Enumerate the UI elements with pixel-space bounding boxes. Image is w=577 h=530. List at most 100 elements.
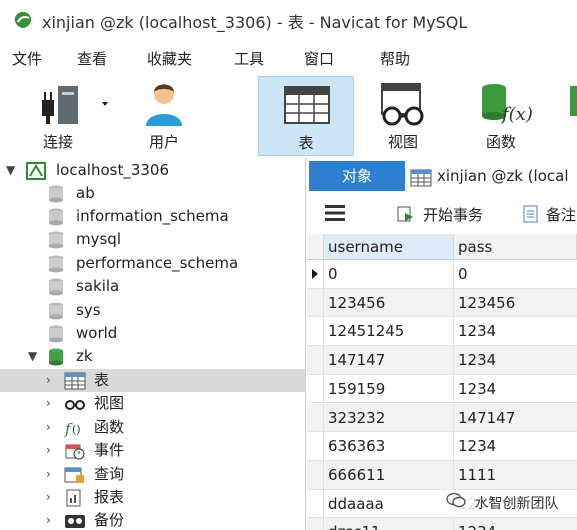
table-row[interactable]: 123456 123456 bbox=[307, 288, 577, 318]
database-label: sys bbox=[76, 301, 101, 319]
connect-button[interactable]: 连接 bbox=[8, 76, 108, 156]
cell-username[interactable]: 636363 bbox=[324, 432, 454, 460]
transaction-icon bbox=[395, 205, 415, 227]
view-label: 视图 bbox=[387, 133, 418, 151]
cell-pass[interactable]: 147147 bbox=[454, 404, 577, 432]
chevron-right-icon[interactable]: › bbox=[46, 416, 51, 439]
editor-tabs: 对象 xinjian @zk (local bbox=[307, 158, 577, 194]
menu-bar: 文件 查看 收藏夹 工具 窗口 帮助 bbox=[0, 40, 577, 74]
menu-favorites[interactable]: 收藏夹 bbox=[147, 48, 192, 69]
tab-objects[interactable]: 对象 bbox=[309, 161, 405, 191]
window-title: xinjian @zk (localhost_3306) - 表 - Navic… bbox=[42, 13, 468, 32]
tree-item-functions[interactable]: › f() 函数 bbox=[0, 416, 305, 439]
tree-item-backups[interactable]: › 备份 bbox=[0, 509, 305, 530]
cell-username[interactable]: dzsc11 bbox=[324, 518, 454, 530]
tree-item-label: 备份 bbox=[94, 511, 125, 529]
table-row[interactable]: dzsc11 1234 bbox=[307, 518, 577, 530]
tree-item-events[interactable]: › 事件 bbox=[0, 439, 305, 462]
cell-pass[interactable]: 1234 bbox=[454, 346, 577, 374]
current-row-arrow-icon bbox=[307, 260, 324, 288]
table-row[interactable]: 0 0 bbox=[307, 260, 577, 289]
tree-db-information-schema[interactable]: information_schema bbox=[0, 205, 305, 228]
cell-pass[interactable]: 1234 bbox=[454, 317, 577, 345]
menu-window[interactable]: 窗口 bbox=[304, 48, 334, 69]
chevron-right-icon[interactable]: › bbox=[46, 486, 51, 509]
cell-username[interactable]: 147147 bbox=[324, 346, 454, 374]
cell-pass[interactable]: 123456 bbox=[454, 289, 577, 317]
hamburger-menu-icon[interactable] bbox=[325, 204, 345, 226]
tree-db-mysql[interactable]: mysql bbox=[0, 228, 305, 251]
plug-icon bbox=[8, 80, 108, 128]
tree-item-reports[interactable]: › 报表 bbox=[0, 486, 305, 509]
connect-label: 连接 bbox=[42, 133, 73, 151]
cell-username[interactable]: 0 bbox=[324, 260, 454, 288]
database-label: zk bbox=[76, 347, 93, 365]
function-button[interactable]: f(x) 函数 bbox=[456, 76, 546, 156]
table-row[interactable]: 147147 1234 bbox=[307, 346, 577, 375]
cell-pass[interactable]: 1234 bbox=[454, 518, 577, 530]
title-bar: xinjian @zk (localhost_3306) - 表 - Navic… bbox=[0, 0, 577, 40]
column-header-pass[interactable]: pass bbox=[454, 234, 577, 260]
database-label: ab bbox=[76, 184, 95, 202]
table-row[interactable]: 666611 1111 bbox=[307, 460, 577, 490]
table-label: 表 bbox=[298, 134, 314, 152]
table-row[interactable]: 12451245 1234 bbox=[307, 317, 577, 347]
cell-pass[interactable]: 1234 bbox=[454, 375, 577, 403]
cell-username[interactable]: 323232 bbox=[324, 403, 454, 432]
tree-item-views[interactable]: › 视图 bbox=[0, 392, 305, 415]
chevron-right-icon[interactable]: › bbox=[46, 369, 51, 392]
tree-db-performance-schema[interactable]: performance_schema bbox=[0, 252, 305, 275]
user-button[interactable]: 用户 bbox=[118, 76, 210, 156]
tree-item-queries[interactable]: › 查询 bbox=[0, 463, 305, 486]
cell-username[interactable]: ddaaaa bbox=[324, 489, 454, 518]
tree-db-zk[interactable]: ▼ zk bbox=[0, 345, 305, 368]
connection-label: localhost_3306 bbox=[56, 161, 170, 179]
tree-db-sys[interactable]: sys bbox=[0, 299, 305, 322]
tab-table-data[interactable]: xinjian @zk (local bbox=[410, 161, 577, 191]
chevron-right-icon[interactable]: › bbox=[46, 439, 51, 462]
cell-username[interactable]: 159159 bbox=[324, 374, 454, 403]
tree-item-label: 查询 bbox=[94, 465, 125, 483]
cell-pass[interactable]: 1234 bbox=[454, 432, 577, 460]
menu-help[interactable]: 帮助 bbox=[380, 48, 410, 69]
notes-label: 备注 bbox=[546, 206, 577, 224]
table-row[interactable]: 636363 1234 bbox=[307, 432, 577, 461]
cell-username[interactable]: 666611 bbox=[324, 460, 454, 489]
tree-db-sakila[interactable]: sakila bbox=[0, 275, 305, 298]
chevron-right-icon[interactable]: › bbox=[46, 392, 51, 415]
menu-view[interactable]: 查看 bbox=[77, 48, 107, 69]
cell-pass[interactable]: 0 bbox=[454, 260, 577, 288]
main-toolbar: 连接 用户 表 视图 f(x) 函数 bbox=[0, 74, 577, 159]
tree-db-world[interactable]: world bbox=[0, 322, 305, 345]
table-row[interactable]: 159159 1234 bbox=[307, 374, 577, 404]
toolbar-overflow-icon[interactable] bbox=[560, 76, 577, 156]
begin-transaction-button[interactable]: 开始事务 bbox=[395, 200, 495, 228]
column-header-username[interactable]: username bbox=[324, 234, 454, 260]
table-button[interactable]: 表 bbox=[258, 76, 354, 156]
chevron-right-icon[interactable]: › bbox=[46, 463, 51, 486]
menu-tools[interactable]: 工具 bbox=[234, 48, 264, 69]
chevron-down-icon[interactable]: ▼ bbox=[6, 159, 15, 182]
table-row[interactable]: 323232 147147 bbox=[307, 403, 577, 433]
cell-pass[interactable]: 1111 bbox=[454, 461, 577, 489]
user-label: 用户 bbox=[148, 133, 179, 151]
chevron-right-icon[interactable]: › bbox=[46, 509, 51, 530]
chevron-down-icon[interactable]: ▼ bbox=[28, 345, 37, 368]
notes-button[interactable]: 备注 bbox=[522, 200, 577, 228]
row-indicator-header bbox=[307, 234, 324, 260]
view-button[interactable]: 视图 bbox=[358, 76, 448, 156]
tree-item-label: 表 bbox=[94, 371, 110, 389]
cell-username[interactable]: 123456 bbox=[324, 288, 454, 317]
database-label: information_schema bbox=[76, 207, 229, 225]
backup-tape-icon bbox=[64, 512, 86, 530]
tab-label: xinjian @zk (local bbox=[437, 167, 569, 185]
wechat-logo-icon bbox=[446, 491, 466, 517]
cell-username[interactable]: 12451245 bbox=[324, 317, 454, 346]
tree-item-label: 视图 bbox=[94, 394, 125, 412]
function-label: 函数 bbox=[485, 133, 516, 151]
menu-file[interactable]: 文件 bbox=[12, 48, 42, 69]
note-icon bbox=[522, 205, 540, 227]
tree-item-tables[interactable]: › 表 bbox=[0, 369, 305, 392]
tree-connection[interactable]: ▼ localhost_3306 bbox=[0, 159, 305, 182]
tree-db-ab[interactable]: ab bbox=[0, 182, 305, 205]
